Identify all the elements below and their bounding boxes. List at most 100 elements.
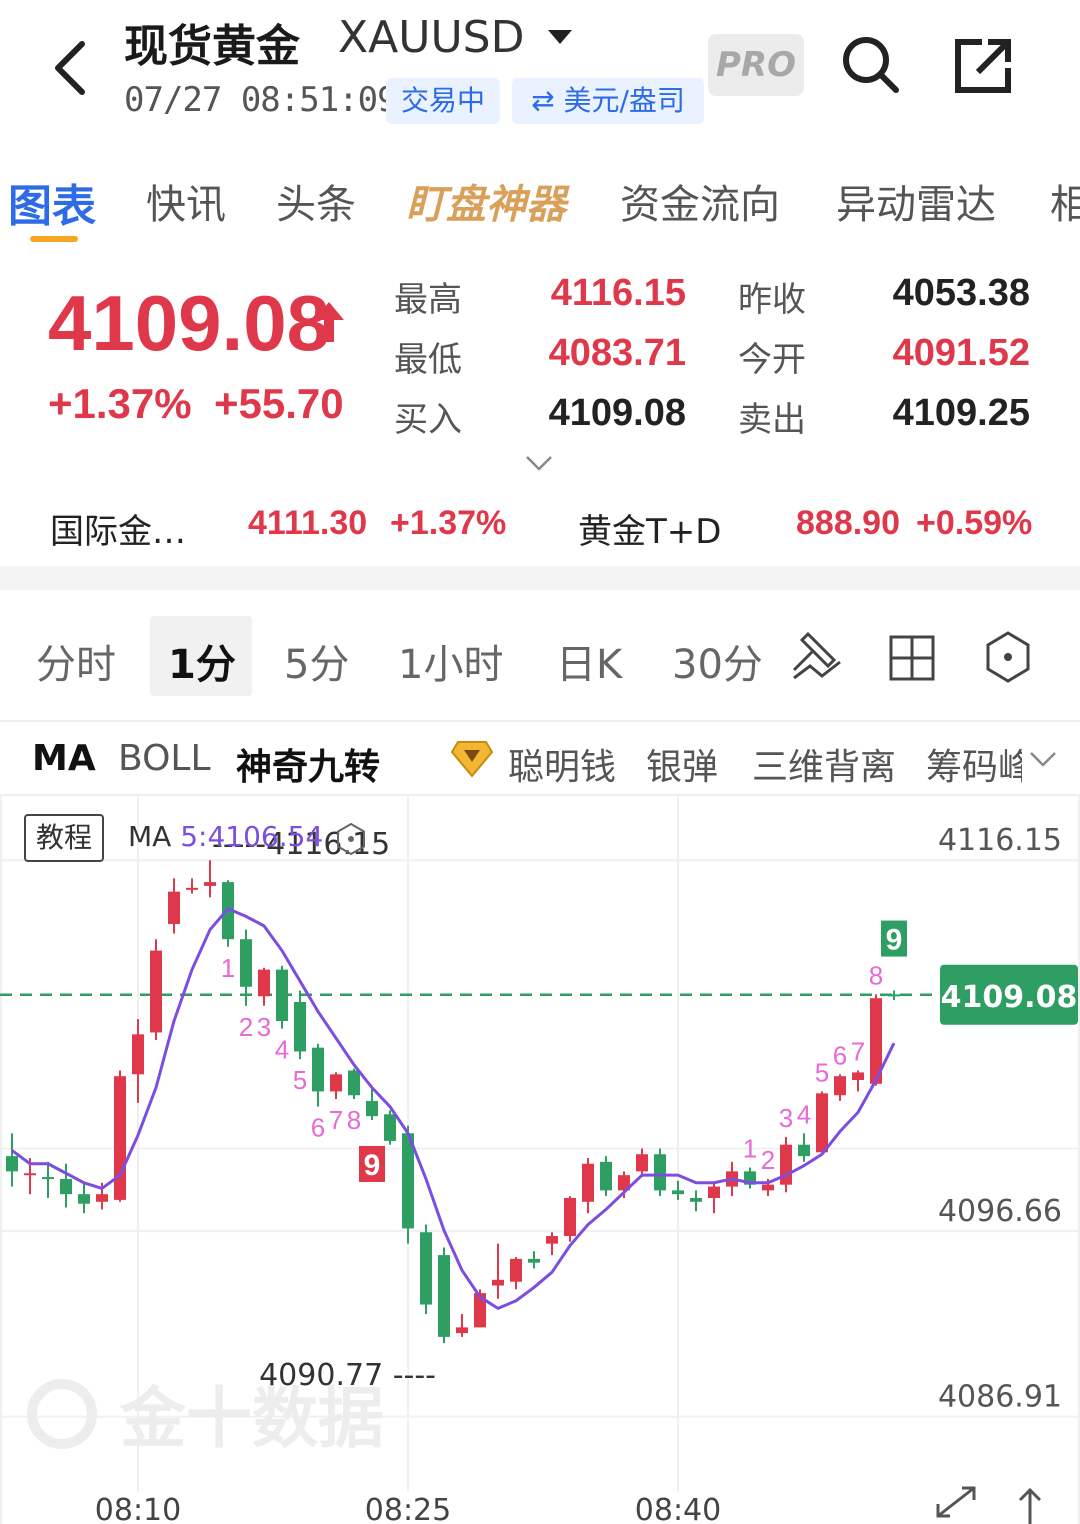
- candle-body: [492, 1279, 504, 1286]
- change-percent: +1.37%: [48, 380, 192, 427]
- indicator-boll[interactable]: BOLL: [118, 738, 211, 779]
- candle-body: [546, 1236, 558, 1244]
- x-tick-label: 08:40: [635, 1493, 721, 1524]
- candle-body: [420, 1232, 432, 1305]
- chevron-down-icon[interactable]: [1028, 750, 1058, 768]
- candle-body: [150, 950, 162, 1033]
- y-tick-label: 4116.15: [938, 823, 1062, 858]
- high-value: 4116.15: [550, 272, 686, 314]
- tab-related[interactable]: 相: [1050, 172, 1080, 230]
- tab-headlines[interactable]: 头条: [276, 172, 356, 230]
- nine-count-label: 8: [347, 1105, 361, 1135]
- high-label: 最高: [394, 280, 462, 320]
- last-price: 4109.08: [48, 279, 330, 367]
- back-icon[interactable]: [48, 38, 98, 98]
- period-5min[interactable]: 5分: [284, 632, 349, 690]
- candle-body: [294, 1001, 306, 1052]
- tab-fund-flow[interactable]: 资金流向: [620, 172, 780, 230]
- low-label: 最低: [394, 340, 462, 380]
- nine-count-label: 9: [886, 924, 903, 957]
- ask-value: 4109.25: [892, 392, 1030, 434]
- tab-watch-tool[interactable]: 盯盘神器: [406, 172, 566, 230]
- candle-body: [204, 882, 216, 886]
- candle-body: [312, 1047, 324, 1092]
- period-1hour[interactable]: 1小时: [398, 632, 503, 690]
- search-icon[interactable]: [838, 32, 902, 96]
- nine-count-label: 2: [761, 1145, 775, 1175]
- prev-close-value: 4053.38: [892, 272, 1030, 314]
- indicator-smart-money[interactable]: 聪明钱: [508, 738, 616, 790]
- tab-movement-radar[interactable]: 异动雷达: [836, 172, 996, 230]
- fullscreen-icon[interactable]: [936, 1486, 976, 1518]
- ma5-line: [11, 907, 896, 1310]
- period-intraday[interactable]: 分时: [36, 632, 116, 690]
- candle-body: [654, 1154, 666, 1191]
- settings-hex-icon[interactable]: [984, 630, 1032, 684]
- draw-tool-icon[interactable]: [792, 630, 842, 684]
- indicator-ma[interactable]: MA: [32, 738, 96, 779]
- candle-body: [168, 891, 180, 924]
- candle-body: [24, 1173, 36, 1176]
- candle-body: [816, 1093, 828, 1153]
- candlestick-chart[interactable]: 金十数据12 3456 7 891 23 456 789-----4116.154090.7…: [0, 796, 1080, 1524]
- indicator-magic-nine[interactable]: 神奇九转: [236, 738, 380, 790]
- candle-body: [78, 1194, 90, 1204]
- candle-body: [510, 1258, 522, 1282]
- nine-count-label: 3: [779, 1103, 793, 1133]
- ma-legend-label: MA: [128, 820, 181, 853]
- candle-body: [456, 1327, 468, 1334]
- indicator-3d-divergence[interactable]: 三维背离: [752, 738, 896, 790]
- bid-label: 买入: [394, 400, 462, 440]
- tutorial-button[interactable]: 教程: [24, 814, 104, 862]
- scroll-top-icon[interactable]: [1018, 1487, 1042, 1524]
- nine-count-label: 1: [743, 1134, 757, 1164]
- candle-body: [42, 1177, 54, 1180]
- nine-count-label: 8: [869, 960, 883, 990]
- nine-count-label: 2: [239, 1012, 253, 1042]
- candle-body: [690, 1197, 702, 1202]
- nine-count-label: 4: [275, 1035, 289, 1065]
- layout-grid-icon[interactable]: [888, 634, 936, 682]
- unit-switch-button[interactable]: ⇄ 美元/盎司: [512, 78, 704, 124]
- ma-settings-icon[interactable]: [336, 822, 366, 856]
- diamond-icon: [450, 741, 494, 778]
- nine-count-label: 5: [815, 1057, 829, 1087]
- tab-flash-news[interactable]: 快讯: [146, 172, 226, 230]
- candle-body: [636, 1154, 648, 1172]
- candle-body: [564, 1197, 576, 1237]
- section-divider: [0, 566, 1080, 590]
- candle-body: [348, 1070, 360, 1096]
- candle-body: [438, 1255, 450, 1337]
- candle-body: [888, 994, 900, 997]
- open-label: 今开: [738, 340, 806, 380]
- period-daily[interactable]: 日K: [556, 632, 622, 690]
- trading-status-badge: 交易中: [386, 78, 500, 124]
- nine-count-label: 6: [833, 1040, 847, 1070]
- tab-chart[interactable]: 图表: [8, 170, 96, 234]
- related-change-1: +1.37%: [390, 504, 507, 542]
- prev-close-label: 昨收: [738, 280, 806, 320]
- quote-timestamp: 07/27 08:51:09: [124, 80, 398, 120]
- candle-body: [114, 1076, 126, 1200]
- period-1min[interactable]: 1分: [168, 632, 236, 690]
- nine-count-label: 3: [257, 1012, 271, 1042]
- bid-value: 4109.08: [548, 392, 686, 434]
- candle-body: [96, 1194, 108, 1202]
- related-name-2[interactable]: 黄金T+D: [578, 504, 721, 553]
- caret-down-icon[interactable]: [546, 28, 574, 46]
- nine-count-label: 5: [293, 1065, 307, 1095]
- watermark-logo-icon: [27, 1379, 97, 1449]
- change-amount: +55.70: [214, 380, 344, 427]
- indicator-silver-bullet[interactable]: 银弹: [646, 738, 718, 790]
- related-name-1[interactable]: 国际金…: [50, 504, 186, 553]
- low-value: 4083.71: [548, 332, 686, 374]
- active-tab-indicator: [30, 236, 78, 242]
- share-icon[interactable]: [952, 34, 1016, 98]
- low-marker-label: 4090.77 ----: [259, 1358, 436, 1393]
- period-30min[interactable]: 30分: [672, 632, 763, 690]
- indicator-chip-peak[interactable]: 筹码峰: [926, 738, 1022, 790]
- instrument-symbol[interactable]: XAUUSD: [338, 12, 524, 63]
- chevron-down-icon[interactable]: [524, 454, 554, 472]
- candle-body: [708, 1186, 720, 1198]
- pro-badge[interactable]: PRO: [708, 34, 804, 96]
